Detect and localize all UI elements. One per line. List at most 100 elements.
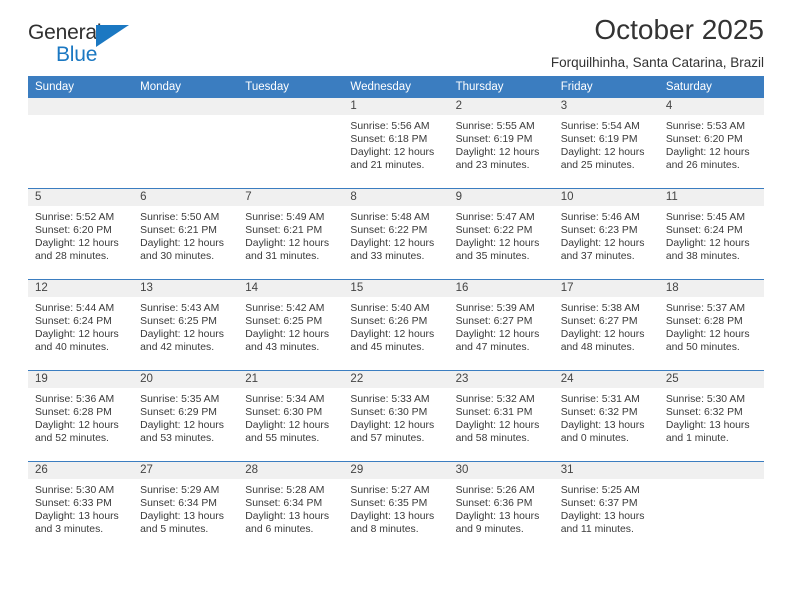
sunrise-time: Sunrise: 5:36 AM <box>35 394 115 405</box>
sunset-time: Sunset: 6:22 PM <box>350 225 428 237</box>
day-cell[interactable]: 11 Sunrise: 5:45 AM Sunset: 6:24 PM Dayligh… <box>658 189 764 279</box>
sunrise-time: Sunrise: 5:44 AM <box>35 303 115 314</box>
sunset-time: Sunset: 6:20 PM <box>35 225 112 237</box>
day-cell[interactable]: 25 Sunrise: 5:30 AM Sunset: 6:32 PM Dayligh… <box>658 371 764 461</box>
calendar-week-row: 26 Sunrise: 5:30 AM Sunset: 6:33 PM Dayligh… <box>28 461 764 552</box>
day-cell[interactable]: 19 Sunrise: 5:36 AM Sunset: 6:28 PM Dayligh… <box>28 371 134 461</box>
day-cell[interactable]: 24 Sunrise: 5:31 AM Sunset: 6:32 PM Dayligh… <box>553 371 659 461</box>
day-cell[interactable]: 9 Sunrise: 5:47 AM Sunset: 6:22 PM Daylight… <box>448 189 554 279</box>
daylight-duration-line1: Daylight: 12 hours <box>455 329 540 341</box>
daylight-duration-line2: and 55 minutes. <box>245 433 320 445</box>
daylight-duration-line1: Daylight: 12 hours <box>350 238 435 250</box>
day-cell[interactable]: 16 Sunrise: 5:39 AM Sunset: 6:27 PM Dayligh… <box>448 280 554 370</box>
daylight-duration-line2: and 5 minutes. <box>140 524 209 536</box>
calendar-cell: 18 Sunrise: 5:37 AM Sunset: 6:28 PM Dayligh… <box>658 279 764 371</box>
daylight-duration-line1: Daylight: 12 hours <box>455 420 540 432</box>
sunrise-time: Sunrise: 5:33 AM <box>350 394 430 405</box>
daylight-duration-line2: and 33 minutes. <box>350 251 425 263</box>
sunset-time: Sunset: 6:24 PM <box>665 225 743 237</box>
sunrise-time: Sunrise: 5:25 AM <box>560 485 640 496</box>
day-number: 29 <box>343 462 449 479</box>
day-cell[interactable]: 22 Sunrise: 5:33 AM Sunset: 6:30 PM Dayligh… <box>343 371 449 461</box>
day-number: 23 <box>448 371 554 388</box>
sunset-time: Sunset: 6:28 PM <box>35 407 112 419</box>
sunrise-time: Sunrise: 5:43 AM <box>140 303 220 314</box>
day-details: Sunrise: 5:30 AM Sunset: 6:33 PM Daylight:… <box>28 479 133 536</box>
day-number: 27 <box>133 462 239 479</box>
sunset-time: Sunset: 6:35 PM <box>350 498 428 510</box>
daylight-duration-line2: and 43 minutes. <box>245 342 320 354</box>
day-cell[interactable]: 2 Sunrise: 5:55 AM Sunset: 6:19 PM Daylight… <box>448 98 554 188</box>
day-cell[interactable]: 21 Sunrise: 5:34 AM Sunset: 6:30 PM Dayligh… <box>238 371 344 461</box>
day-cell[interactable]: 10 Sunrise: 5:46 AM Sunset: 6:23 PM Dayligh… <box>553 189 659 279</box>
daylight-duration-line2: and 9 minutes. <box>455 524 524 536</box>
sunset-time: Sunset: 6:34 PM <box>245 498 323 510</box>
sunrise-time: Sunrise: 5:46 AM <box>560 212 640 223</box>
day-cell-empty <box>238 98 344 188</box>
page-subtitle: Forquilhinha, Santa Catarina, Brazil <box>550 55 764 71</box>
day-number <box>28 98 134 115</box>
daylight-duration-line2: and 11 minutes. <box>560 524 634 536</box>
day-cell[interactable]: 6 Sunrise: 5:50 AM Sunset: 6:21 PM Daylight… <box>133 189 239 279</box>
day-number: 21 <box>238 371 344 388</box>
sunset-time: Sunset: 6:21 PM <box>245 225 323 237</box>
daylight-duration-line1: Daylight: 12 hours <box>455 147 540 159</box>
day-cell[interactable]: 23 Sunrise: 5:32 AM Sunset: 6:31 PM Dayligh… <box>448 371 554 461</box>
day-details: Sunrise: 5:48 AM Sunset: 6:22 PM Daylight:… <box>343 206 448 263</box>
day-cell[interactable]: 5 Sunrise: 5:52 AM Sunset: 6:20 PM Daylight… <box>28 189 134 279</box>
day-details: Sunrise: 5:39 AM Sunset: 6:27 PM Daylight:… <box>449 297 554 354</box>
day-cell[interactable]: 7 Sunrise: 5:49 AM Sunset: 6:21 PM Daylight… <box>238 189 344 279</box>
day-cell[interactable]: 18 Sunrise: 5:37 AM Sunset: 6:28 PM Dayligh… <box>658 280 764 370</box>
day-cell[interactable]: 30 Sunrise: 5:26 AM Sunset: 6:36 PM Dayligh… <box>448 462 554 552</box>
daylight-duration-line2: and 8 minutes. <box>350 524 419 536</box>
daylight-duration-line2: and 3 minutes. <box>35 524 104 536</box>
sunrise-sunset-calendar: Sunday Monday Tuesday Wednesday Thursday Frid… <box>28 76 764 552</box>
general-blue-logo[interactable]: General Blue <box>28 22 148 70</box>
day-cell[interactable]: 28 Sunrise: 5:28 AM Sunset: 6:34 PM Dayligh… <box>238 462 344 552</box>
calendar-header-row: Sunday Monday Tuesday Wednesday Thursday Frid… <box>28 76 764 98</box>
day-cell[interactable]: 13 Sunrise: 5:43 AM Sunset: 6:25 PM Dayligh… <box>133 280 239 370</box>
daylight-duration-line2: and 37 minutes. <box>560 251 635 263</box>
day-details: Sunrise: 5:37 AM Sunset: 6:28 PM Daylight:… <box>659 297 764 354</box>
day-cell[interactable]: 15 Sunrise: 5:40 AM Sunset: 6:26 PM Dayligh… <box>343 280 449 370</box>
day-cell[interactable]: 4 Sunrise: 5:53 AM Sunset: 6:20 PM Daylight… <box>658 98 764 188</box>
day-cell[interactable]: 8 Sunrise: 5:48 AM Sunset: 6:22 PM Daylight… <box>343 189 449 279</box>
daylight-duration-line2: and 1 minute. <box>665 433 729 445</box>
calendar-cell <box>238 98 344 189</box>
sunrise-time: Sunrise: 5:53 AM <box>665 121 745 132</box>
day-cell[interactable]: 17 Sunrise: 5:38 AM Sunset: 6:27 PM Dayligh… <box>553 280 659 370</box>
day-cell[interactable]: 20 Sunrise: 5:35 AM Sunset: 6:29 PM Dayligh… <box>133 371 239 461</box>
day-number: 1 <box>343 98 449 115</box>
calendar-week-row: 12 Sunrise: 5:44 AM Sunset: 6:24 PM Dayligh… <box>28 279 764 371</box>
calendar-cell: 2 Sunrise: 5:55 AM Sunset: 6:19 PM Daylight… <box>448 98 554 189</box>
calendar-cell: 7 Sunrise: 5:49 AM Sunset: 6:21 PM Daylight… <box>238 188 344 280</box>
sunrise-time: Sunrise: 5:55 AM <box>455 121 535 132</box>
sunset-time: Sunset: 6:32 PM <box>560 407 638 419</box>
day-cell[interactable]: 26 Sunrise: 5:30 AM Sunset: 6:33 PM Dayligh… <box>28 462 134 552</box>
daylight-duration-line2: and 40 minutes. <box>35 342 109 354</box>
day-details: Sunrise: 5:44 AM Sunset: 6:24 PM Daylight:… <box>28 297 133 354</box>
day-number: 24 <box>553 371 659 388</box>
day-details: Sunrise: 5:40 AM Sunset: 6:26 PM Daylight:… <box>343 297 448 354</box>
day-cell[interactable]: 31 Sunrise: 5:25 AM Sunset: 6:37 PM Dayligh… <box>553 462 659 552</box>
sunrise-time: Sunrise: 5:35 AM <box>140 394 220 405</box>
day-number: 18 <box>658 280 764 297</box>
day-cell[interactable]: 3 Sunrise: 5:54 AM Sunset: 6:19 PM Daylight… <box>553 98 659 188</box>
calendar-cell: 5 Sunrise: 5:52 AM Sunset: 6:20 PM Daylight… <box>28 188 134 280</box>
daylight-duration-line2: and 38 minutes. <box>665 251 740 263</box>
daylight-duration-line1: Daylight: 12 hours <box>245 420 330 432</box>
daylight-duration-line1: Daylight: 12 hours <box>245 238 330 250</box>
day-number: 5 <box>28 189 134 206</box>
day-cell[interactable]: 12 Sunrise: 5:44 AM Sunset: 6:24 PM Dayligh… <box>28 280 134 370</box>
day-cell[interactable]: 1 Sunrise: 5:56 AM Sunset: 6:18 PM Daylight… <box>343 98 449 188</box>
daylight-duration-line1: Daylight: 12 hours <box>665 147 750 159</box>
day-number: 12 <box>28 280 134 297</box>
day-cell[interactable]: 27 Sunrise: 5:29 AM Sunset: 6:34 PM Dayligh… <box>133 462 239 552</box>
daylight-duration-line1: Daylight: 13 hours <box>350 511 435 523</box>
sunset-time: Sunset: 6:30 PM <box>350 407 428 419</box>
day-cell[interactable]: 29 Sunrise: 5:27 AM Sunset: 6:35 PM Dayligh… <box>343 462 449 552</box>
daylight-duration-line2: and 50 minutes. <box>665 342 740 354</box>
day-details: Sunrise: 5:47 AM Sunset: 6:22 PM Daylight:… <box>449 206 554 263</box>
day-number: 3 <box>553 98 659 115</box>
day-cell[interactable]: 14 Sunrise: 5:42 AM Sunset: 6:25 PM Dayligh… <box>238 280 344 370</box>
